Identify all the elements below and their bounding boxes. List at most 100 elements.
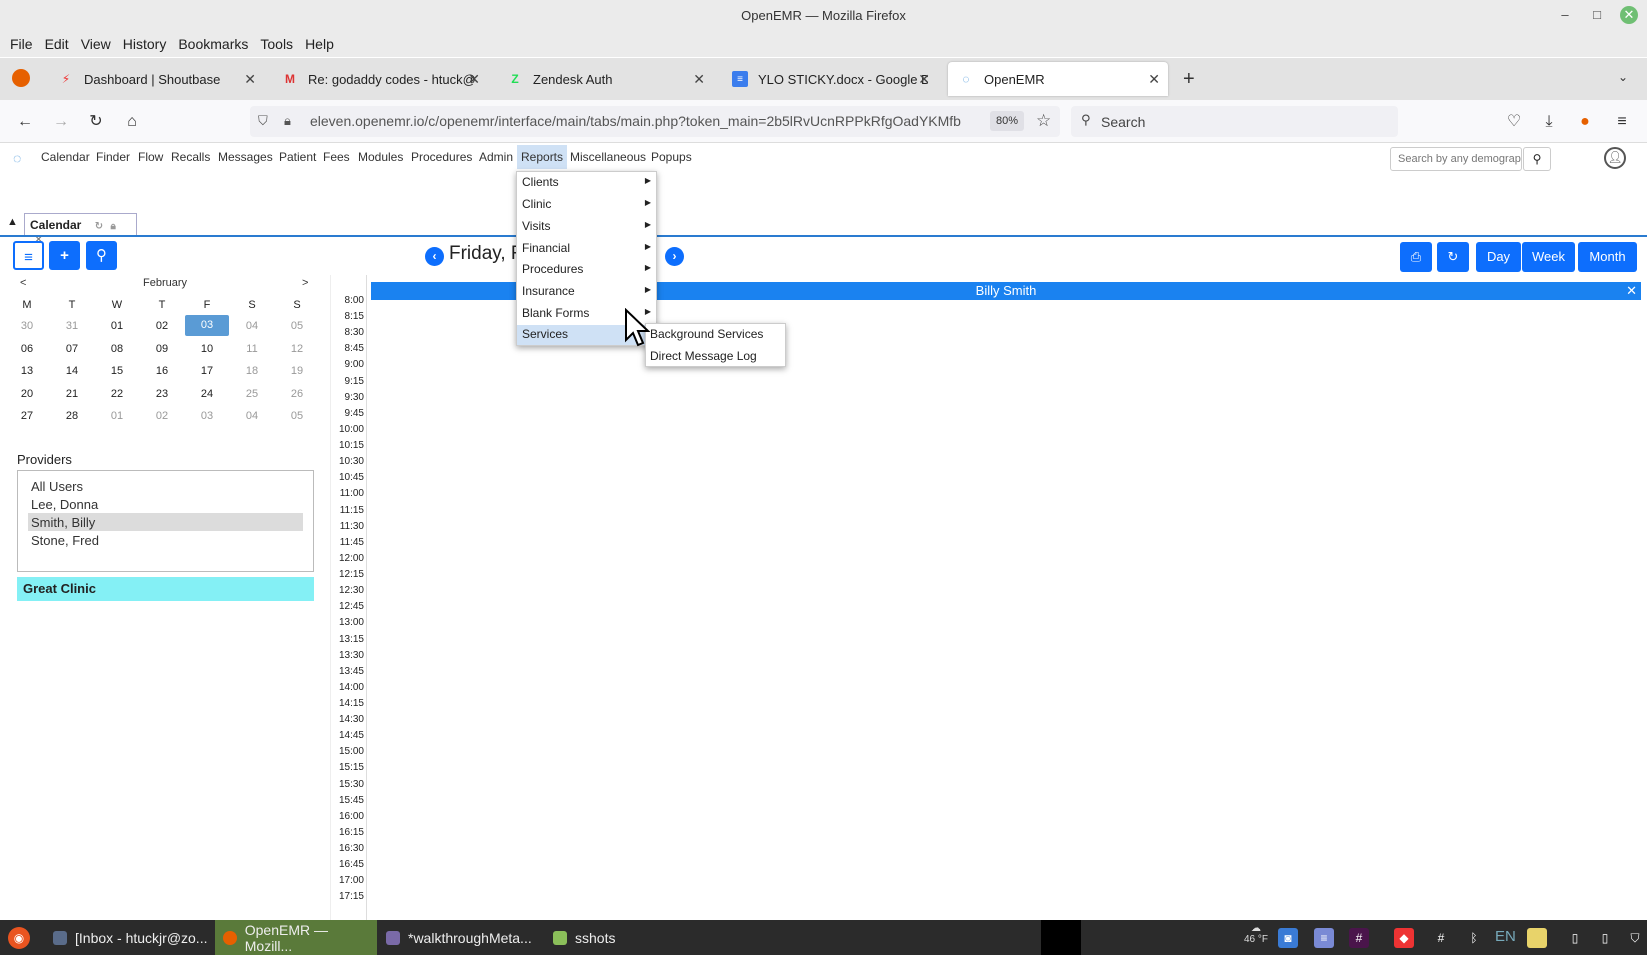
calendar-day[interactable]: 13 <box>12 362 42 380</box>
close-window-icon[interactable]: ✕ <box>1620 6 1638 24</box>
calendar-day[interactable]: 25 <box>237 385 267 403</box>
downloads-icon[interactable]: ⤓ <box>1537 110 1561 134</box>
calendar-day[interactable]: 20 <box>12 385 42 403</box>
back-icon[interactable]: ← <box>13 110 37 134</box>
calendar-day[interactable]: 04 <box>237 407 267 425</box>
calendar-day[interactable]: 24 <box>192 385 222 403</box>
menu-edit[interactable]: Edit <box>39 36 75 52</box>
nav-popups[interactable]: Popups <box>651 150 692 164</box>
menu-bookmarks[interactable]: Bookmarks <box>172 36 254 52</box>
lock-tab-icon[interactable]: 🔒︎ <box>110 221 115 232</box>
menu-history[interactable]: History <box>117 36 173 52</box>
collapse-triangle-icon[interactable]: ▲ <box>7 216 18 228</box>
refresh-tab-icon[interactable]: ↻ <box>95 221 103 232</box>
nav-admin[interactable]: Admin <box>479 150 513 164</box>
firefox-icon[interactable] <box>12 69 30 87</box>
month-view-button[interactable]: Month <box>1578 242 1637 272</box>
calendar-day[interactable]: 01 <box>102 407 132 425</box>
calendar-day[interactable]: 31 <box>57 317 87 335</box>
tab-calendar[interactable]: Calendar ↻ 🔒︎ ✕ <box>24 213 137 246</box>
provider-option[interactable]: Lee, Donna <box>18 495 313 513</box>
list-tabs-chevron-icon[interactable]: ⌄ <box>1618 70 1628 84</box>
tab-zendesk[interactable]: Z Zendesk Auth ✕ <box>497 62 713 96</box>
close-column-icon[interactable]: ✕ <box>1626 282 1637 300</box>
user-avatar-icon[interactable]: 👤︎ <box>1604 147 1626 169</box>
taskbar-editor[interactable]: *walkthroughMeta... <box>378 920 543 955</box>
lock-icon[interactable]: 🔒︎ <box>284 113 291 129</box>
shield-tray-icon[interactable]: ⛉ <box>1625 928 1645 948</box>
nav-miscellaneous[interactable]: Miscellaneous <box>570 150 646 164</box>
calendar-day[interactable]: 14 <box>57 362 87 380</box>
calendar-day[interactable]: 05 <box>282 407 312 425</box>
calendar-day[interactable]: 12 <box>282 340 312 358</box>
duckduckgo-icon[interactable]: ● <box>1573 110 1597 134</box>
clipboard-icon[interactable]: ▯ <box>1565 928 1585 948</box>
menu-view[interactable]: View <box>75 36 117 52</box>
maximize-icon[interactable]: □ <box>1588 6 1606 24</box>
nav-reports[interactable]: Reports <box>517 145 568 169</box>
reports-clinic[interactable]: Clinic ▶ <box>517 195 656 215</box>
reports-clients[interactable]: Clients ▶ <box>517 173 656 193</box>
calendar-day-selected[interactable]: 03 <box>185 315 229 336</box>
bluetooth-icon[interactable]: ᛒ <box>1464 928 1484 948</box>
reports-insurance[interactable]: Insurance ▶ <box>517 282 656 302</box>
taskbar-sshots[interactable]: sshots <box>545 920 645 955</box>
clipboard2-icon[interactable]: ▯ <box>1595 928 1615 948</box>
calendar-day[interactable]: 27 <box>12 407 42 425</box>
close-tab-icon[interactable]: ✕ <box>693 71 705 88</box>
calendar-day[interactable]: 11 <box>237 340 267 358</box>
refresh-button[interactable]: ↻ <box>1437 242 1469 272</box>
tab-google-docs[interactable]: ≡ YLO STICKY.docx - Google D ✕ <box>722 62 938 96</box>
nav-procedures[interactable]: Procedures <box>411 150 472 164</box>
menu-file[interactable]: File <box>4 36 39 52</box>
reports-visits[interactable]: Visits ▶ <box>517 217 656 237</box>
menu-help[interactable]: Help <box>299 36 340 52</box>
nav-recalls[interactable]: Recalls <box>171 150 210 164</box>
next-day-icon[interactable]: › <box>665 247 684 266</box>
taskbar-thunderbird[interactable]: [Inbox - htuckjr@zo... <box>45 920 213 955</box>
anydesk-tray-icon[interactable]: ◆ <box>1394 928 1414 948</box>
browser-search-bar[interactable]: ⚲ Search <box>1071 106 1398 137</box>
calendar-day[interactable]: 09 <box>147 340 177 358</box>
zoom-level[interactable]: 80% <box>990 111 1024 131</box>
prev-month-button[interactable]: < <box>20 277 26 289</box>
background-services-item[interactable]: Background Services <box>650 327 763 341</box>
calendar-day[interactable]: 05 <box>282 317 312 335</box>
hamburger-menu-icon[interactable]: ≡ <box>1610 110 1634 134</box>
new-tab-icon[interactable]: + <box>1183 68 1195 91</box>
providers-list[interactable]: All Users Lee, Donna Smith, Billy Stone,… <box>17 470 314 572</box>
notes-tray-icon[interactable]: ≡ <box>1314 928 1334 948</box>
calendar-day[interactable]: 18 <box>237 362 267 380</box>
pocket-icon[interactable]: ♡ <box>1502 110 1526 134</box>
forward-icon[interactable]: → <box>49 110 73 134</box>
reports-procedures[interactable]: Procedures ▶ <box>517 260 656 280</box>
close-tab-icon[interactable]: ✕ <box>244 71 256 88</box>
weather-widget[interactable]: ☁ 46 °F <box>1236 923 1276 945</box>
reload-icon[interactable]: ↻ <box>84 110 108 134</box>
calendar-day[interactable]: 16 <box>147 362 177 380</box>
tab-gmail[interactable]: M Re: godaddy codes - htuck@ ✕ <box>272 62 488 96</box>
next-month-button[interactable]: > <box>302 277 308 289</box>
nav-messages[interactable]: Messages <box>218 150 273 164</box>
calendar-day[interactable]: 21 <box>57 385 87 403</box>
keyboard-lang[interactable]: EN <box>1495 928 1516 945</box>
openemr-logo-icon[interactable]: ◌ <box>13 150 21 166</box>
taskbar-firefox[interactable]: OpenEMR — Mozill... <box>215 920 377 955</box>
sticky-notes-icon[interactable] <box>1527 928 1547 948</box>
provider-option[interactable]: Stone, Fred <box>18 531 313 549</box>
week-view-button[interactable]: Week <box>1522 242 1575 272</box>
menu-tools[interactable]: Tools <box>254 36 299 52</box>
ubuntu-menu-icon[interactable]: ◉ <box>8 927 30 949</box>
url-bar[interactable]: ⛉ 🔒︎ eleven.openemr.io/c/openemr/interfa… <box>250 106 1060 137</box>
calendar-day[interactable]: 02 <box>147 317 177 335</box>
url-text[interactable]: eleven.openemr.io/c/openemr/interface/ma… <box>310 113 980 129</box>
calendar-day[interactable]: 01 <box>102 317 132 335</box>
reports-financial[interactable]: Financial ▶ <box>517 239 656 259</box>
menu-toggle-button[interactable]: ≡ <box>13 241 44 270</box>
provider-option[interactable]: All Users <box>18 477 313 495</box>
calendar-day[interactable]: 17 <box>192 362 222 380</box>
close-tab-icon[interactable]: ✕ <box>1148 71 1160 88</box>
shield-icon[interactable]: ⛉ <box>258 113 268 129</box>
bookmark-star-icon[interactable]: ☆ <box>1036 111 1051 131</box>
nav-modules[interactable]: Modules <box>358 150 403 164</box>
